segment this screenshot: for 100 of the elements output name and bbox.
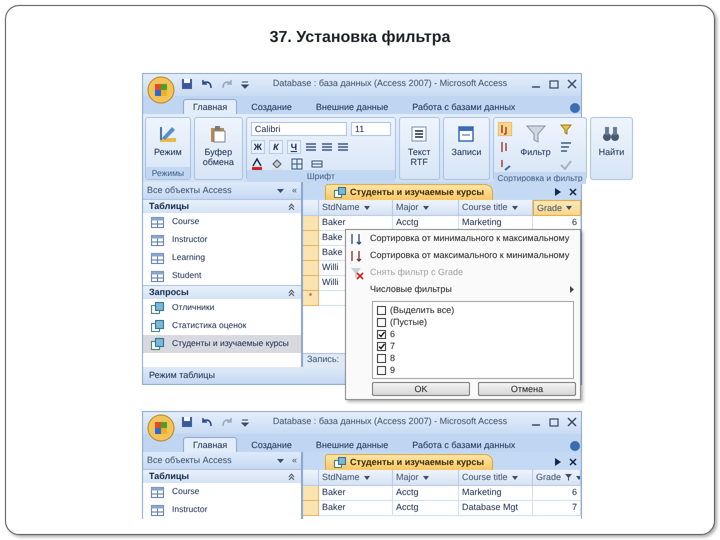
document-tab[interactable]: Студенты и изучаемые курсы xyxy=(325,184,494,200)
selection-filter-icon[interactable] xyxy=(558,122,573,136)
nav-item[interactable]: Instructor xyxy=(143,231,301,249)
nav-item[interactable]: Student xyxy=(143,267,301,285)
align-icon[interactable] xyxy=(336,141,349,153)
nav-section-header[interactable]: Таблицы xyxy=(143,469,301,483)
close-icon[interactable] xyxy=(569,458,577,466)
dialog-button[interactable]: Отмена xyxy=(478,382,576,396)
close-icon[interactable] xyxy=(569,188,577,196)
ribbon-tab[interactable]: Главная xyxy=(183,98,238,114)
query-icon xyxy=(151,302,164,314)
column-header[interactable]: StdName xyxy=(319,200,393,216)
align-icon[interactable] xyxy=(304,141,317,153)
help-icon[interactable] xyxy=(569,102,581,114)
collapse-button[interactable]: « xyxy=(292,455,297,466)
ribbon-button[interactable]: Записи xyxy=(448,122,486,160)
nav-section-header[interactable]: Запросы xyxy=(143,285,301,299)
fill-color-icon[interactable] xyxy=(270,158,283,170)
ribbon-tab[interactable]: Создание xyxy=(241,436,302,452)
nav-item[interactable]: Студенты и изучаемые курсы xyxy=(143,335,301,353)
dropdown-icon[interactable] xyxy=(422,206,429,210)
filter-button[interactable]: Фильтр xyxy=(516,122,555,160)
column-header[interactable]: Course title xyxy=(459,200,533,216)
checkbox[interactable] xyxy=(377,366,386,374)
collapse-button[interactable]: « xyxy=(292,185,297,196)
nav-item[interactable]: Course xyxy=(143,213,301,231)
sort-descending-icon xyxy=(350,248,364,262)
column-header[interactable]: Major xyxy=(393,470,459,486)
nav-pane-header[interactable]: Все объекты Access « xyxy=(143,182,301,199)
close-icon[interactable] xyxy=(567,417,577,427)
format-button[interactable]: К xyxy=(268,140,283,154)
document-tab[interactable]: Студенты и изучаемые курсы xyxy=(325,454,494,470)
dropdown-icon[interactable] xyxy=(566,206,572,210)
chevron-up-icon[interactable] xyxy=(288,289,295,296)
ribbon-button[interactable]: Режим xyxy=(150,122,186,160)
column-header[interactable]: Course title xyxy=(459,470,533,486)
pencil-icon xyxy=(158,124,178,144)
column-header[interactable]: StdName xyxy=(319,470,393,486)
ribbon-tab[interactable]: Создание xyxy=(241,98,302,114)
checkbox[interactable] xyxy=(377,318,386,326)
nav-section-header[interactable]: Таблицы xyxy=(143,199,301,213)
dropdown-icon[interactable] xyxy=(364,206,370,210)
group-label: Режимы xyxy=(146,167,190,179)
format-button[interactable]: Ч xyxy=(286,140,301,154)
ribbon-tab[interactable]: Работа с базами данных xyxy=(402,436,526,452)
sort-ascending-icon[interactable] xyxy=(498,122,512,136)
ribbon-tab[interactable]: Внешние данные xyxy=(306,436,398,452)
undo-icon[interactable] xyxy=(201,78,213,90)
column-header[interactable]: Major xyxy=(393,200,459,216)
chevron-up-icon[interactable] xyxy=(288,203,295,210)
nav-item[interactable]: Статистика оценок xyxy=(143,317,301,335)
column-header[interactable]: Grade xyxy=(533,470,581,486)
column-header[interactable]: Grade xyxy=(533,200,581,216)
format-button[interactable]: Ж xyxy=(250,140,265,154)
checkbox[interactable] xyxy=(377,306,386,314)
font-name-field[interactable]: Calibri xyxy=(250,122,347,136)
query-icon xyxy=(334,187,346,198)
ribbon-tab[interactable]: Внешние данные xyxy=(306,98,398,114)
column-title: Major xyxy=(396,472,419,483)
nav-item[interactable]: Course xyxy=(143,483,301,501)
maximize-icon[interactable] xyxy=(549,79,559,89)
ribbon-button[interactable]: Текст RTF xyxy=(404,122,435,170)
row-color-icon[interactable] xyxy=(310,158,323,170)
ribbon-button[interactable]: Найти xyxy=(594,122,628,160)
align-icon[interactable] xyxy=(320,141,333,153)
play-icon[interactable] xyxy=(555,188,561,196)
item-label: Course xyxy=(172,487,200,497)
item-label: Отличники xyxy=(172,303,214,313)
play-icon[interactable] xyxy=(555,458,561,466)
font-size-field[interactable]: 11 xyxy=(350,122,391,136)
save-icon[interactable] xyxy=(181,78,193,90)
dropdown-icon[interactable] xyxy=(512,476,518,480)
dropdown-icon[interactable] xyxy=(364,476,370,480)
font-color-icon[interactable] xyxy=(250,158,263,170)
maximize-icon[interactable] xyxy=(549,417,559,427)
clear-filter-icon xyxy=(350,266,364,280)
nav-pane-header[interactable]: Все объекты Access « xyxy=(143,452,301,469)
chevron-up-icon[interactable] xyxy=(288,473,295,480)
table-cell: Database Mgt xyxy=(459,501,533,516)
nav-item[interactable]: Instructor xyxy=(143,501,301,519)
ribbon-tab[interactable]: Работа с базами данных xyxy=(402,98,526,114)
dialog-button[interactable]: OK xyxy=(372,382,470,396)
dropdown-icon[interactable] xyxy=(276,458,284,464)
checkbox[interactable] xyxy=(377,330,386,338)
checkmark-icon[interactable] xyxy=(558,158,573,172)
advanced-filter-icon[interactable] xyxy=(558,140,573,154)
ribbon-button[interactable]: Буфер обмена xyxy=(198,122,238,170)
nav-item[interactable]: Отличники xyxy=(143,299,301,317)
dropdown-icon[interactable] xyxy=(276,188,284,194)
nav-item[interactable]: Learning xyxy=(143,249,301,267)
checkbox[interactable] xyxy=(377,342,386,350)
checkbox[interactable] xyxy=(377,354,386,362)
gridlines-icon[interactable] xyxy=(290,158,303,170)
help-icon[interactable] xyxy=(569,440,581,452)
dropdown-icon[interactable] xyxy=(422,476,429,480)
close-icon[interactable] xyxy=(567,79,577,89)
dropdown-icon[interactable] xyxy=(512,206,518,210)
undo-icon[interactable] xyxy=(201,416,213,428)
ribbon-tab[interactable]: Главная xyxy=(183,436,238,452)
save-icon[interactable] xyxy=(181,416,193,428)
